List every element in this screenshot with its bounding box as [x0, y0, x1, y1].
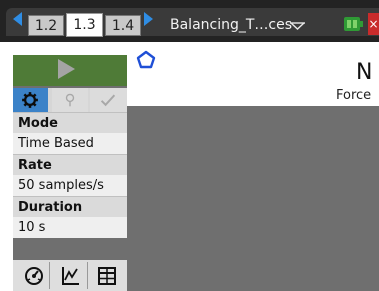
divider [49, 262, 50, 289]
play-icon [58, 59, 75, 79]
pentagon-icon[interactable] [136, 50, 156, 70]
rate-value[interactable]: 50 samples/s [13, 175, 127, 196]
tab-1-4[interactable]: 1.4 [105, 15, 141, 36]
table-icon[interactable] [97, 266, 117, 286]
mode-label: Mode [13, 112, 127, 133]
chevron-down-icon[interactable] [289, 17, 306, 31]
main-content-area [127, 106, 379, 291]
battery-icon [344, 17, 363, 31]
meter-reading: N [356, 60, 373, 85]
tab-1-2[interactable]: 1.2 [28, 15, 64, 36]
graph-icon[interactable] [60, 266, 80, 286]
settings-button[interactable] [13, 88, 48, 112]
keep-button[interactable] [90, 88, 127, 112]
divider [87, 262, 88, 289]
rate-label: Rate [13, 154, 127, 175]
document-title[interactable]: Balancing_T…ces [170, 15, 292, 35]
triangle-left-icon[interactable] [13, 12, 22, 26]
duration-label: Duration [13, 196, 127, 217]
tab-1-3[interactable]: 1.3 [66, 13, 103, 37]
meter-icon[interactable] [24, 266, 44, 286]
triangle-right-icon[interactable] [144, 12, 153, 26]
gear-icon [22, 92, 38, 108]
meter-label: Force [336, 88, 372, 103]
mark-button[interactable] [52, 88, 88, 112]
close-icon[interactable]: × [368, 13, 379, 35]
pin-icon [65, 93, 75, 107]
duration-value[interactable]: 10 s [13, 217, 127, 238]
mode-value[interactable]: Time Based [13, 133, 127, 154]
check-icon [100, 94, 116, 107]
